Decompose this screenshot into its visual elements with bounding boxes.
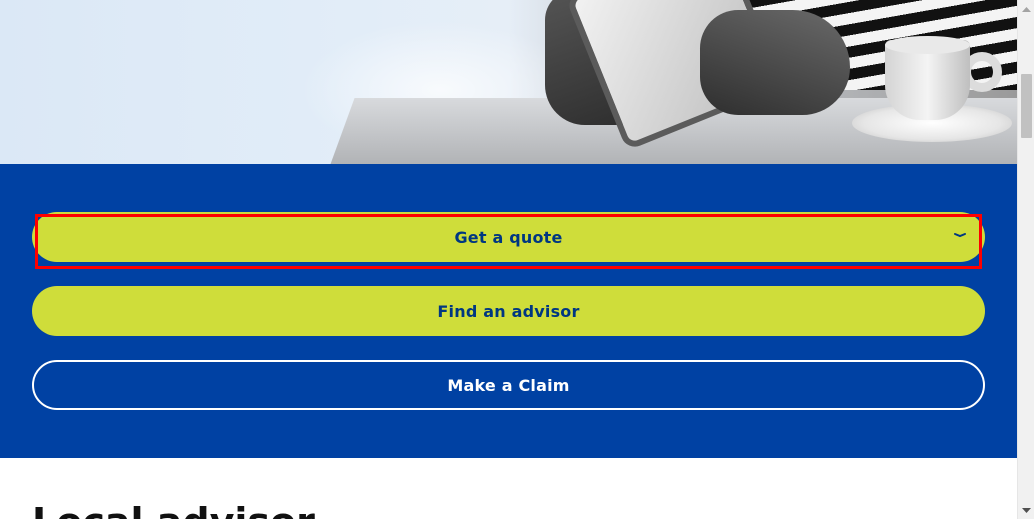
chevron-down-icon: [954, 233, 966, 238]
vertical-scrollbar[interactable]: [1017, 0, 1034, 519]
hero-right-hand: [700, 10, 850, 115]
get-quote-button[interactable]: Get a quote: [32, 212, 985, 262]
scrollbar-thumb[interactable]: [1021, 74, 1032, 138]
find-advisor-label: Find an advisor: [437, 301, 580, 321]
make-claim-label: Make a Claim: [447, 375, 570, 395]
get-quote-label: Get a quote: [454, 227, 563, 247]
page-viewport: Get a quote Find an advisor Make a Claim…: [0, 0, 1017, 519]
hero-cup-rim: [885, 36, 970, 54]
hero-image: [0, 0, 1017, 164]
scroll-up-arrow-icon[interactable]: [1018, 0, 1034, 17]
find-advisor-button[interactable]: Find an advisor: [32, 286, 985, 336]
section-heading: Local advisor: [32, 500, 315, 519]
scroll-down-arrow-icon[interactable]: [1018, 502, 1034, 519]
make-claim-button[interactable]: Make a Claim: [32, 360, 985, 410]
